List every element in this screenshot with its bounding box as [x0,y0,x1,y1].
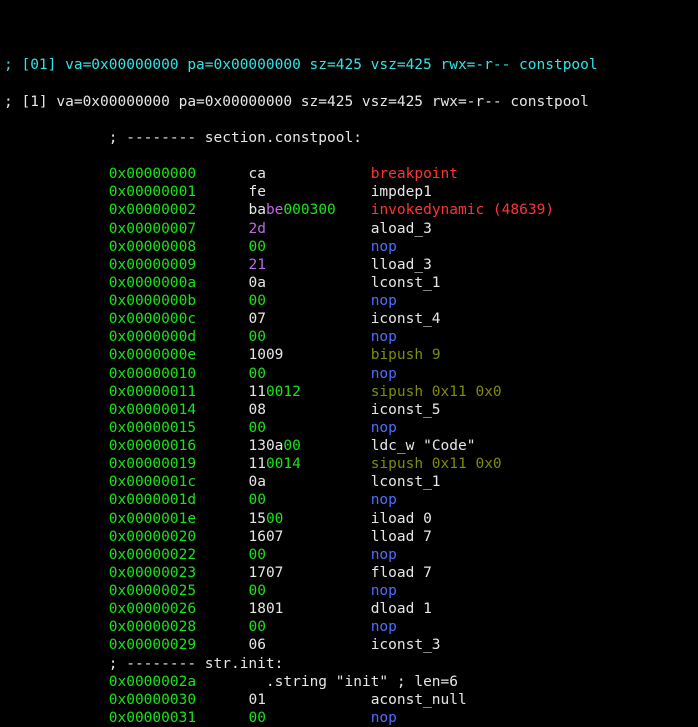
disasm-row: 0x00000030 01 aconst_null [4,691,694,709]
terminal-output: ; [01] va=0x00000000 pa=0x00000000 sz=42… [0,36,698,727]
disasm-row: 0x0000000d 00 nop [4,328,694,346]
disasm-row: 0x0000001d 00 nop [4,491,694,509]
disasm-row: 0x00000002 babe000300 invokedynamic (486… [4,201,694,219]
disasm-row: 0x00000008 00 nop [4,238,694,256]
disasm-row: 0x00000014 08 iconst_5 [4,401,694,419]
disasm-row: 0x00000016 130a00 ldc_w "Code" [4,437,694,455]
disasm-row: 0x0000001c 0a lconst_1 [4,473,694,491]
disasm-row: 0x00000025 00 nop [4,582,694,600]
disasm-row: 0x0000000c 07 iconst_4 [4,310,694,328]
segment-header-2: ; [1] va=0x00000000 pa=0x00000000 sz=425… [4,93,694,111]
disasm-row: 0x00000026 1801 dload 1 [4,600,694,618]
disasm-row: 0x00000019 110014 sipush 0x11 0x0 [4,455,694,473]
disasm-row: 0x0000000e 1009 bipush 9 [4,346,694,364]
section-header-constpool: ; -------- section.constpool: [4,129,694,147]
disasm-row: 0x00000000 ca breakpoint [4,165,694,183]
segment-header-1: ; [01] va=0x00000000 pa=0x00000000 sz=42… [4,56,694,74]
disasm-row: 0x00000007 2d aload_3 [4,220,694,238]
disasm-row: 0x0000001e 1500 iload 0 [4,510,694,528]
disasm-row: 0x00000028 00 nop [4,618,694,636]
disasm-row: 0x0000000a 0a lconst_1 [4,274,694,292]
disasm-row: 0x00000029 06 iconst_3 [4,636,694,654]
disasm-row: 0x00000011 110012 sipush 0x11 0x0 [4,383,694,401]
disasm-row: 0x00000001 fe impdep1 [4,183,694,201]
disasm-row: 0x00000020 1607 lload 7 [4,528,694,546]
disasm-row: 0x00000010 00 nop [4,365,694,383]
section-header: ; -------- str.init: [4,655,694,673]
disasm-row: 0x0000000b 00 nop [4,292,694,310]
disasm-row: 0x00000022 00 nop [4,546,694,564]
disasm-row: 0x00000009 21 lload_3 [4,256,694,274]
disasm-row: 0x00000015 00 nop [4,419,694,437]
disasm-row: 0x00000023 1707 fload 7 [4,564,694,582]
disasm-row: 0x0000002a .string "init" ; len=6 [4,673,694,691]
disasm-row: 0x00000031 00 nop [4,709,694,727]
